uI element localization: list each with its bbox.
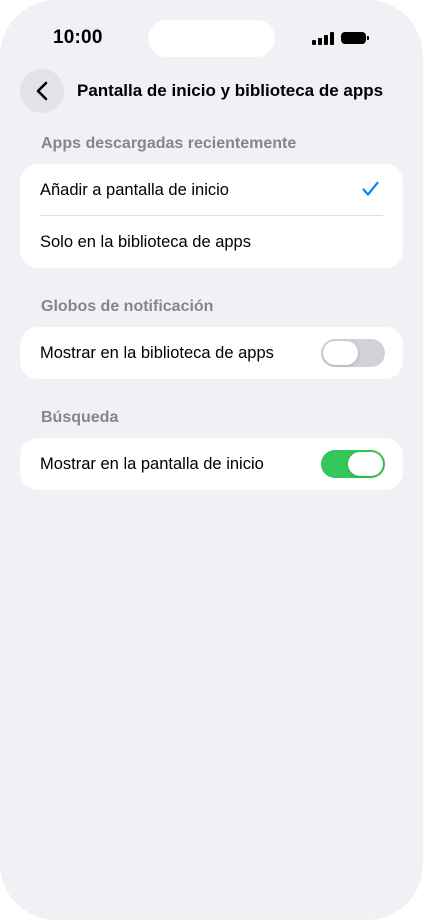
option-add-to-home-screen[interactable]: Añadir a pantalla de inicio (20, 164, 403, 216)
toggle-show-search-on-home-screen[interactable] (321, 450, 385, 478)
recent-apps-card: Añadir a pantalla de inicio Solo en la b… (20, 164, 403, 268)
status-time: 10:00 (53, 27, 103, 48)
page-title: Pantalla de inicio y biblioteca de apps (77, 81, 384, 100)
toggle-show-badges-in-app-library[interactable] (321, 339, 385, 367)
row-show-on-home-screen: Mostrar en la pantalla de inicio (20, 438, 403, 490)
back-button[interactable] (20, 69, 64, 113)
battery-icon (341, 32, 369, 44)
status-icons (312, 30, 369, 46)
row-label: Mostrar en la pantalla de inicio (40, 454, 264, 473)
search-card: Mostrar en la pantalla de inicio (20, 438, 403, 490)
option-label: Solo en la biblioteca de apps (40, 232, 251, 251)
notification-badges-card: Mostrar en la biblioteca de apps (20, 327, 403, 379)
row-label: Mostrar en la biblioteca de apps (40, 343, 274, 362)
checkmark-icon (362, 181, 379, 196)
option-label: Añadir a pantalla de inicio (40, 180, 229, 199)
chevron-left-icon (36, 81, 48, 101)
toggle-knob (348, 452, 383, 476)
section-header-search: Búsqueda (41, 409, 119, 426)
option-app-library-only[interactable]: Solo en la biblioteca de apps (20, 216, 403, 268)
row-show-in-app-library: Mostrar en la biblioteca de apps (20, 327, 403, 379)
phone-screen: 10:00 Pantalla de inicio y biblioteca de… (0, 0, 423, 920)
section-header-notification-badges: Globos de notificación (41, 298, 214, 315)
toggle-knob (323, 341, 358, 365)
section-header-recent-apps: Apps descargadas recientemente (41, 135, 297, 152)
cellular-signal-icon (312, 31, 334, 45)
dynamic-island (148, 20, 275, 57)
